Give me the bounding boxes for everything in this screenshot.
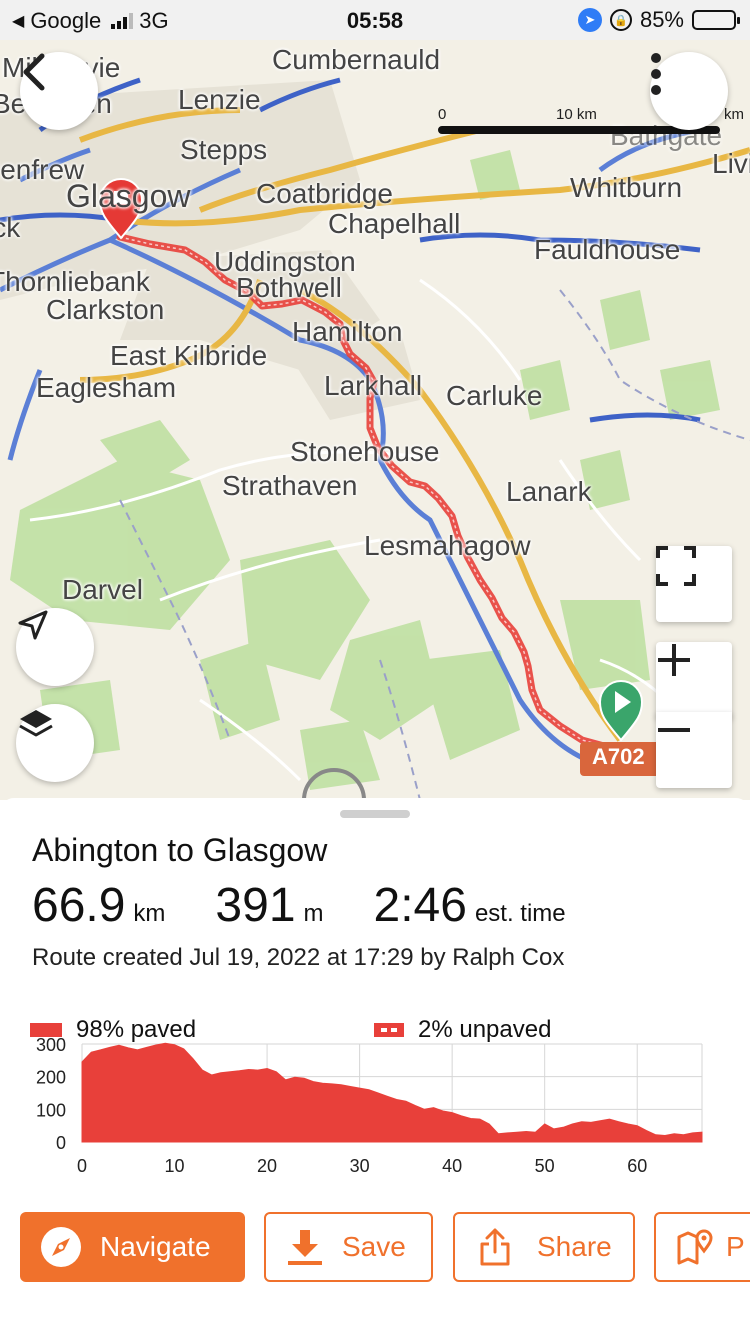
- download-icon: [286, 1228, 324, 1266]
- battery-percent: 85%: [639, 7, 684, 32]
- minus-icon: [658, 728, 690, 732]
- zoom-out-button[interactable]: [656, 712, 732, 788]
- place-label: Livingston: [712, 148, 750, 179]
- x-tick-label: 0: [77, 1156, 87, 1176]
- distance-unit: km: [133, 900, 166, 927]
- status-right: ➤ 🔒 85%: [577, 7, 740, 33]
- more-vertical-icon: [651, 53, 661, 95]
- place-label: Stonehouse: [290, 436, 440, 467]
- plan-button[interactable]: P: [654, 1212, 750, 1282]
- place-label: Whitburn: [570, 172, 683, 203]
- distance-value: 66.9: [32, 879, 126, 932]
- place-label: Glasgow: [66, 178, 191, 214]
- x-tick-label: 60: [627, 1156, 647, 1176]
- route-details-sheet: Abington to Glasgow 66.9 km 391 m 2:46 e…: [0, 798, 750, 1334]
- route-stats: 66.9 km 391 m 2:46 est. time: [32, 878, 566, 933]
- navigate-button[interactable]: Navigate: [20, 1212, 245, 1282]
- status-bar: ◀ Google 3G 05:58 ➤ 🔒 85%: [0, 0, 750, 40]
- y-tick-label: 200: [36, 1068, 66, 1088]
- layers-icon: [19, 710, 53, 737]
- battery-icon: [692, 10, 740, 30]
- save-button[interactable]: Save: [264, 1212, 433, 1282]
- plan-label: P: [726, 1231, 745, 1262]
- place-label: Carluke: [446, 380, 543, 411]
- compass-icon: [40, 1226, 82, 1268]
- route-created-info: Route created Jul 19, 2022 at 17:29 by R…: [32, 944, 565, 971]
- unpaved-swatch: [374, 1023, 404, 1037]
- place-label: Larkhall: [324, 370, 423, 401]
- back-button[interactable]: [20, 52, 98, 130]
- scale-end-label: km: [724, 106, 744, 123]
- road-sign-label: A702: [592, 744, 645, 769]
- x-tick-label: 30: [350, 1156, 370, 1176]
- duration-value: 2:46: [373, 879, 467, 932]
- map-canvas: [0, 77, 750, 800]
- share-button[interactable]: Share: [453, 1212, 635, 1282]
- route-map[interactable]: Milngavie Bearsden Lenzie Cumbernauld St…: [0, 40, 750, 800]
- zoom-in-button[interactable]: [656, 642, 732, 718]
- place-label: Lenzie: [178, 84, 261, 115]
- map-layers-button[interactable]: [16, 704, 94, 782]
- save-label: Save: [342, 1231, 406, 1262]
- place-label: Stepps: [180, 134, 268, 165]
- map-pin-icon: [676, 1227, 716, 1267]
- fullscreen-button[interactable]: [656, 546, 732, 622]
- orientation-lock-icon: 🔒: [609, 9, 632, 31]
- place-label: Eaglesham: [36, 372, 177, 403]
- sheet-drag-handle[interactable]: [340, 810, 410, 818]
- elevation-chart[interactable]: 0 100 200 300 0 10 20 30 40 50 60: [30, 1038, 720, 1188]
- navigate-label: Navigate: [100, 1231, 211, 1262]
- plus-icon: [658, 644, 690, 676]
- place-label: East Kilbride: [110, 340, 268, 371]
- place-label: Chapelhall: [328, 208, 461, 239]
- place-label: Coatbridge: [256, 178, 393, 209]
- chevron-left-icon: [23, 53, 45, 91]
- place-label: Strathaven: [222, 470, 358, 501]
- x-tick-label: 10: [165, 1156, 185, 1176]
- share-label: Share: [537, 1231, 612, 1262]
- place-label: Darvel: [62, 574, 143, 605]
- x-tick-label: 20: [257, 1156, 277, 1176]
- place-label: Clarkston: [46, 294, 165, 325]
- place-label: Hamilton: [292, 316, 403, 347]
- x-tick-label: 50: [535, 1156, 555, 1176]
- place-label: Lanark: [506, 476, 592, 507]
- navigation-arrow-icon: [18, 610, 48, 640]
- route-title: Abington to Glasgow: [32, 832, 328, 868]
- y-tick-label: 300: [36, 1038, 66, 1055]
- paved-swatch: [30, 1023, 62, 1037]
- place-label: Fauldhouse: [534, 234, 681, 265]
- elevation-unit: m: [303, 900, 324, 927]
- x-tick-label: 40: [442, 1156, 462, 1176]
- place-label: Giffnock: [0, 212, 21, 243]
- share-icon: [479, 1228, 511, 1266]
- more-options-button[interactable]: [650, 52, 728, 130]
- elevation-area: [81, 1042, 703, 1143]
- scale-start-label: 0: [438, 106, 447, 123]
- place-label: Bothwell: [236, 272, 342, 303]
- scale-mid-label: 10 km: [556, 106, 597, 123]
- place-label: Cumbernauld: [272, 44, 441, 75]
- elevation-value: 391: [215, 879, 296, 932]
- fullscreen-icon: [656, 546, 696, 586]
- y-tick-label: 0: [56, 1133, 66, 1153]
- locate-me-button[interactable]: [16, 608, 94, 686]
- y-tick-label: 100: [36, 1100, 66, 1120]
- location-arrow-icon: ➤: [577, 8, 602, 32]
- duration-label: est. time: [474, 900, 566, 927]
- place-label: Lesmahagow: [364, 530, 531, 561]
- start-marker-icon: [598, 680, 644, 742]
